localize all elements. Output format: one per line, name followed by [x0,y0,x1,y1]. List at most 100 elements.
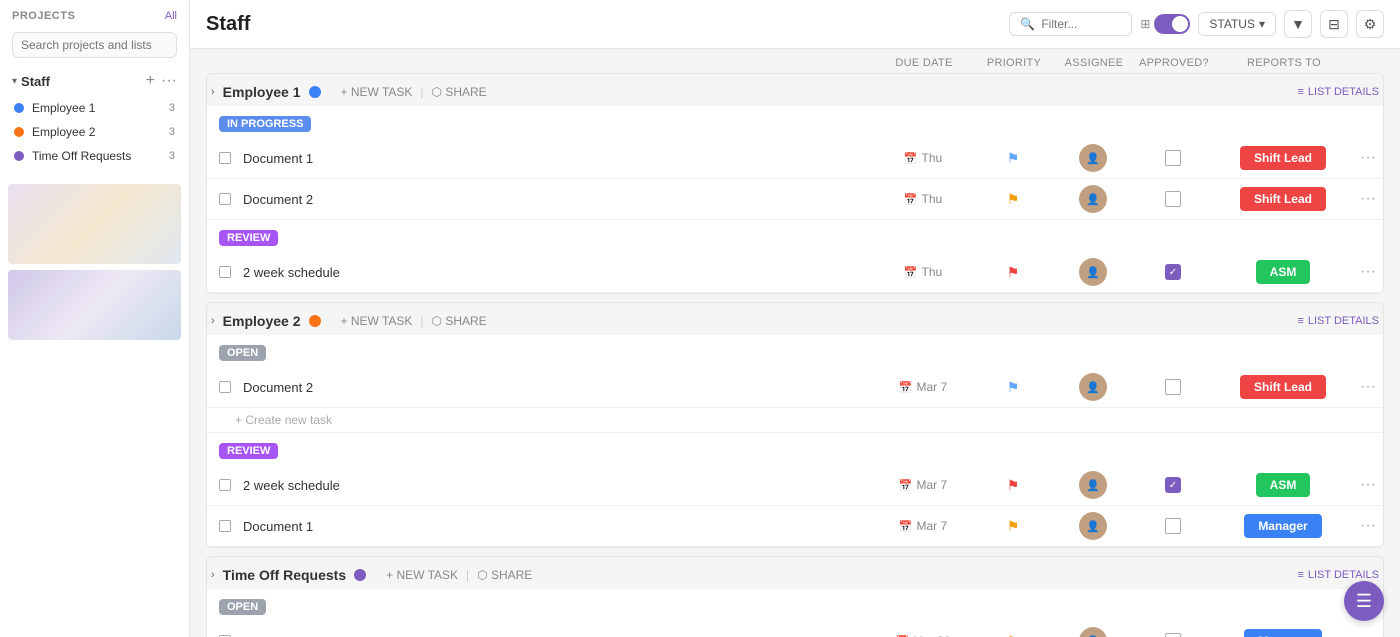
checkbox-box[interactable] [219,520,231,532]
approved-checkbox[interactable] [1165,518,1181,534]
section-header-in-progress-1: IN PROGRESS [207,106,1383,138]
approved-checkbox[interactable] [1165,633,1181,637]
task-priority: ⚑ [973,191,1053,208]
task-approved [1133,633,1213,637]
task-checkbox[interactable] [215,189,235,209]
more-icon[interactable]: ··· [161,72,177,90]
sidebar-staff-header[interactable]: ▾ Staff + ··· [0,66,189,96]
approved-checked[interactable] [1165,477,1181,493]
approved-checked[interactable] [1165,264,1181,280]
status-badge-open-2: OPEN [219,345,266,361]
checkbox-box[interactable] [219,381,231,393]
task-checkbox[interactable] [215,631,235,637]
task-reports-to: Shift Lead [1213,187,1353,211]
task-more-button[interactable]: ··· [1353,378,1383,396]
fab-button[interactable]: ☰ [1344,581,1384,621]
reports-to-button[interactable]: Manager [1244,629,1321,637]
status-badge-review-1: REVIEW [219,230,278,246]
projects-all[interactable]: All [165,10,177,22]
list-details-label: LIST DETAILS [1308,86,1379,98]
reports-to-button[interactable]: Shift Lead [1240,375,1326,399]
task-name: Request 3 [235,634,873,637]
task-name: Document 1 [235,519,873,534]
status-button[interactable]: STATUS ▾ [1198,12,1276,36]
content-area: DUE DATE PRIORITY ASSIGNEE APPROVED? REP… [190,49,1400,637]
checkbox-box[interactable] [219,479,231,491]
task-assignee: 👤 [1053,512,1133,540]
checkbox-box[interactable] [219,193,231,205]
group-dot-employee-1 [309,86,321,98]
section-in-progress-1: IN PROGRESS Document 1 📅 Thu ⚑ [207,106,1383,220]
table-icon-button[interactable]: ⊟ [1320,10,1348,38]
approved-checkbox[interactable] [1165,150,1181,166]
sidebar-item-employee-1[interactable]: Employee 1 3 [8,96,181,120]
reports-to-button[interactable]: Shift Lead [1240,146,1326,170]
reports-to-button[interactable]: Shift Lead [1240,187,1326,211]
time-off-dot [14,151,24,161]
filter-input-container[interactable]: 🔍 [1009,12,1132,36]
list-details-time-off[interactable]: ≡ LIST DETAILS [1297,569,1379,581]
task-name: Document 2 [235,192,873,207]
employee-2-count: 3 [169,126,175,138]
reports-to-button[interactable]: ASM [1256,260,1311,284]
gear-icon: ⚙ [1364,16,1377,33]
priority-flag-icon: ⚑ [1007,379,1020,396]
share-btn-employee-2[interactable]: ⬡ SHARE [432,314,487,328]
toggle-switch[interactable] [1154,14,1190,34]
view-toggle[interactable]: ⊞ [1140,14,1190,34]
sidebar-item-time-off[interactable]: Time Off Requests 3 [8,144,181,168]
list-details-employee-2[interactable]: ≡ LIST DETAILS [1297,315,1379,327]
task-checkbox[interactable] [215,148,235,168]
time-off-label: Time Off Requests [32,149,161,163]
reports-to-button[interactable]: Manager [1244,514,1321,538]
task-checkbox[interactable] [215,377,235,397]
due-date-value: Thu [922,265,943,279]
sidebar-list-items: Employee 1 3 Employee 2 3 Time Off Reque… [0,96,189,168]
approved-checkbox[interactable] [1165,379,1181,395]
task-due-date: 📅 Mar 7 [873,380,973,394]
task-more-button[interactable]: ··· [1353,149,1383,167]
task-due-date: 📅 Thu [873,265,973,279]
avatar: 👤 [1079,471,1107,499]
checkbox-box[interactable] [219,152,231,164]
group-header-employee-1[interactable]: › Employee 1 + NEW TASK | ⬡ SHARE ≡ LIST… [207,74,1383,106]
settings-icon-button[interactable]: ⚙ [1356,10,1384,38]
sidebar-item-employee-2[interactable]: Employee 2 3 [8,120,181,144]
section-open-2: OPEN Document 2 📅 Mar 7 ⚑ 👤 [207,335,1383,433]
task-checkbox[interactable] [215,475,235,495]
time-off-count: 3 [169,150,175,162]
task-approved [1133,518,1213,534]
section-review-1: REVIEW 2 week schedule 📅 Thu ⚑ [207,220,1383,293]
filter-icon-button[interactable]: ▼ [1284,10,1312,38]
task-checkbox[interactable] [215,516,235,536]
fab-icon: ☰ [1356,591,1372,612]
due-date-value: Mar 7 [917,478,948,492]
reports-to-button[interactable]: ASM [1256,473,1311,497]
task-row: 2 week schedule 📅 Thu ⚑ 👤 [207,252,1383,293]
priority-flag-icon: ⚑ [1007,633,1020,637]
task-assignee: 👤 [1053,258,1133,286]
approved-checkbox[interactable] [1165,191,1181,207]
group-header-employee-2[interactable]: › Employee 2 + NEW TASK | ⬡ SHARE ≡ LIST… [207,303,1383,335]
new-task-btn-employee-2[interactable]: + NEW TASK [341,314,413,328]
list-details-employee-1[interactable]: ≡ LIST DETAILS [1297,86,1379,98]
task-name: 2 week schedule [235,478,873,493]
task-more-button[interactable]: ··· [1353,476,1383,494]
new-task-btn-employee-1[interactable]: + NEW TASK [341,85,413,99]
task-due-date: 📅 Thu [873,192,973,206]
share-btn-time-off[interactable]: ⬡ SHARE [477,568,532,582]
filter-input[interactable] [1041,17,1121,31]
task-more-button[interactable]: ··· [1353,190,1383,208]
create-task-label[interactable]: + Create new task [235,413,332,427]
share-btn-employee-1[interactable]: ⬡ SHARE [432,85,487,99]
create-task-row[interactable]: + Create new task [207,408,1383,433]
group-header-time-off[interactable]: › Time Off Requests + NEW TASK | ⬡ SHARE… [207,557,1383,589]
task-checkbox[interactable] [215,262,235,282]
add-list-icon[interactable]: + [146,72,155,90]
search-input[interactable] [12,32,177,58]
task-more-button[interactable]: ··· [1353,632,1383,637]
checkbox-box[interactable] [219,266,231,278]
task-more-button[interactable]: ··· [1353,263,1383,281]
task-more-button[interactable]: ··· [1353,517,1383,535]
new-task-btn-time-off[interactable]: + NEW TASK [386,568,458,582]
